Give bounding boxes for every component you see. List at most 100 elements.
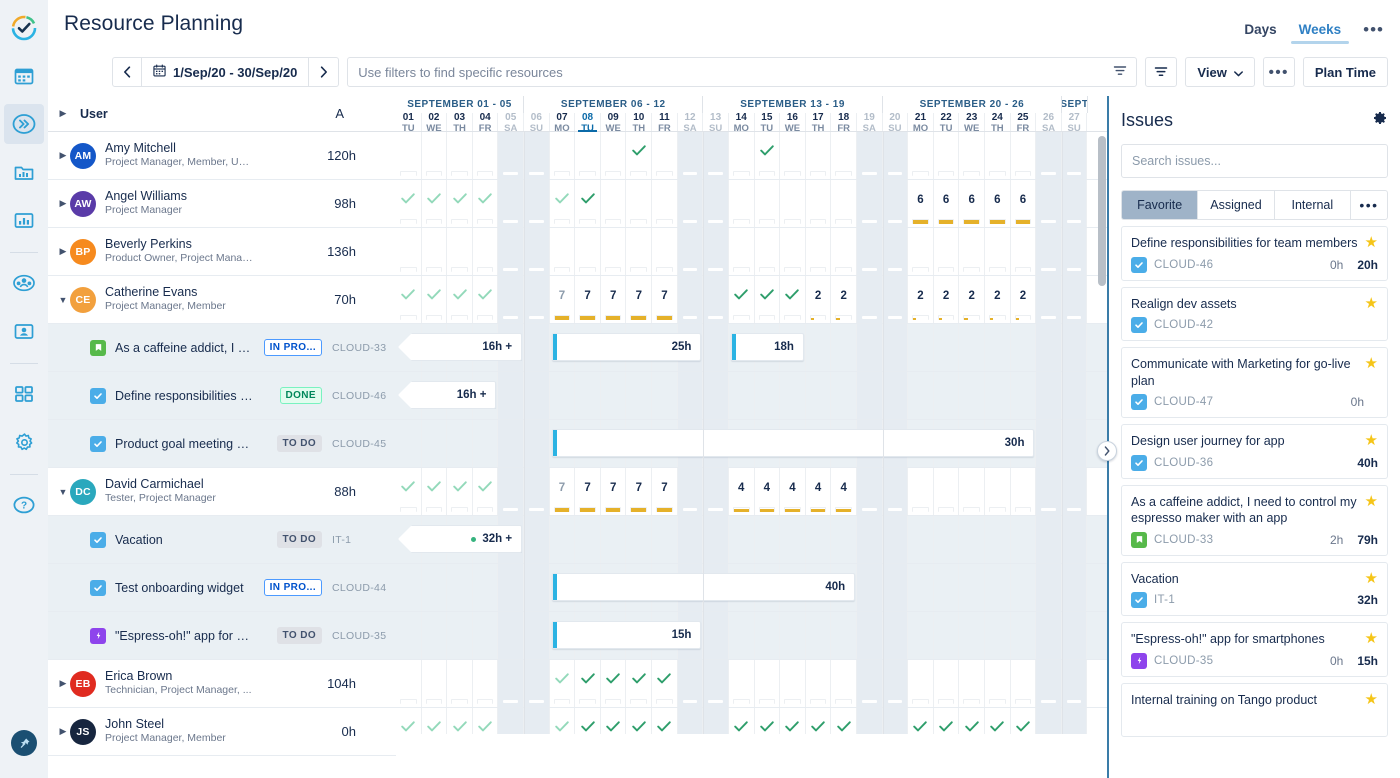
- resource-row[interactable]: ▶ BP Beverly Perkins Product Owner, Project…: [48, 228, 396, 276]
- day-header[interactable]: 19 SA: [857, 112, 883, 133]
- timeline-cell[interactable]: 7: [652, 276, 678, 323]
- timeline-cell[interactable]: 7: [626, 468, 653, 515]
- timeline-cell[interactable]: [703, 276, 729, 323]
- timeline-cell[interactable]: [934, 708, 960, 734]
- timeline-cell[interactable]: [934, 564, 960, 611]
- timeline-cell[interactable]: [959, 132, 986, 179]
- issues-tab-internal[interactable]: Internal: [1273, 190, 1350, 220]
- timeline-cell[interactable]: [498, 612, 525, 659]
- plan-bar-handle[interactable]: [552, 622, 557, 648]
- timeline-cell[interactable]: [524, 708, 550, 734]
- timeline-cell[interactable]: [422, 276, 448, 323]
- timeline-cell[interactable]: 4: [831, 468, 857, 515]
- star-icon[interactable]: ★: [1365, 234, 1378, 252]
- day-header[interactable]: 20 SU: [883, 112, 909, 133]
- day-header[interactable]: 01 TU: [396, 112, 422, 133]
- user-card-icon[interactable]: [4, 311, 44, 351]
- day-header[interactable]: 06 SU: [524, 112, 550, 133]
- timeline-cell[interactable]: [677, 228, 704, 275]
- timeline-cell[interactable]: [959, 660, 986, 707]
- timeline-cell[interactable]: [755, 180, 781, 227]
- timeline-cell[interactable]: [780, 372, 806, 419]
- timeline-cell[interactable]: [677, 276, 704, 323]
- timeline-cell[interactable]: [806, 132, 832, 179]
- timeline-cell[interactable]: [626, 516, 653, 563]
- apps-grid-icon[interactable]: [4, 374, 44, 414]
- timeline-cell[interactable]: [934, 372, 960, 419]
- timeline-cell[interactable]: [422, 660, 448, 707]
- timeline-cell[interactable]: [1036, 180, 1062, 227]
- timeline-cell[interactable]: [908, 372, 934, 419]
- timeline-cell[interactable]: 7: [550, 276, 576, 323]
- timeline-cell[interactable]: [601, 372, 627, 419]
- timeline-cell[interactable]: [908, 516, 934, 563]
- day-header[interactable]: 15 TU: [755, 112, 781, 133]
- timeline-cell[interactable]: [856, 132, 883, 179]
- timeline-cell[interactable]: [396, 612, 422, 659]
- timeline-cell[interactable]: [985, 708, 1011, 734]
- timeline-cell[interactable]: 7: [652, 468, 678, 515]
- timeline-cell[interactable]: [550, 228, 576, 275]
- timeline-cell[interactable]: [1036, 420, 1062, 467]
- timeline-cell[interactable]: [524, 468, 550, 515]
- issue-card[interactable]: Define responsibilities for team members…: [1121, 226, 1388, 281]
- day-header[interactable]: 12 SA: [678, 112, 704, 133]
- timeline-cell[interactable]: [447, 660, 473, 707]
- expand-caret-icon[interactable]: ▶: [56, 150, 70, 161]
- timeline-cell[interactable]: [652, 516, 678, 563]
- timeline-cell[interactable]: [831, 324, 857, 371]
- expand-caret-icon[interactable]: ▼: [56, 295, 70, 305]
- date-range-picker[interactable]: 1/Sep/20 - 30/Sep/20: [142, 57, 310, 87]
- timeline-cell[interactable]: [1061, 708, 1088, 734]
- timeline-cell[interactable]: [601, 708, 627, 734]
- timeline-cell[interactable]: [550, 132, 576, 179]
- timeline-cell[interactable]: [780, 132, 806, 179]
- timeline-cell[interactable]: [473, 612, 499, 659]
- timeline-cell[interactable]: [831, 516, 857, 563]
- timeline-cell[interactable]: [806, 228, 832, 275]
- timeline-cell[interactable]: [498, 132, 525, 179]
- timeline-cell[interactable]: [575, 228, 601, 275]
- plan-bar[interactable]: 15h: [551, 621, 702, 649]
- timeline-cell[interactable]: 2: [934, 276, 960, 323]
- timeline-cell[interactable]: [856, 516, 883, 563]
- logo-icon[interactable]: [4, 8, 44, 48]
- day-header[interactable]: 10 TH: [626, 112, 653, 133]
- view-dropdown[interactable]: View: [1185, 57, 1255, 87]
- calendar-icon[interactable]: [4, 56, 44, 96]
- timeline-cell[interactable]: [882, 324, 909, 371]
- timeline-cell[interactable]: [780, 228, 806, 275]
- timeline-cell[interactable]: [1011, 708, 1037, 734]
- timeline-cell[interactable]: [703, 372, 729, 419]
- timeline-cell[interactable]: [780, 612, 806, 659]
- timeline-cell[interactable]: [729, 516, 755, 563]
- timeline-cell[interactable]: [882, 228, 909, 275]
- timeline-cell[interactable]: [780, 516, 806, 563]
- timeline-cell[interactable]: [550, 516, 576, 563]
- timeline-cell[interactable]: [422, 564, 448, 611]
- prev-period-button[interactable]: [112, 57, 142, 87]
- timeline-cell[interactable]: [959, 372, 986, 419]
- timeline-cell[interactable]: [601, 516, 627, 563]
- timeline-cell[interactable]: [422, 612, 448, 659]
- star-icon[interactable]: ★: [1365, 570, 1378, 588]
- timeline-cell[interactable]: [601, 132, 627, 179]
- timeline-cell[interactable]: [755, 516, 781, 563]
- issue-card[interactable]: Realign dev assets ★ CLOUD-42: [1121, 286, 1388, 341]
- timeline-cell[interactable]: [422, 420, 448, 467]
- issues-tab-assigned[interactable]: Assigned: [1197, 190, 1274, 220]
- timeline-cell[interactable]: [473, 708, 499, 734]
- timeline-cell[interactable]: [882, 372, 909, 419]
- day-header[interactable]: 11 FR: [652, 112, 678, 133]
- timeline-cell[interactable]: [422, 180, 448, 227]
- resource-row[interactable]: ▶ AM Amy Mitchell Project Manager, Member, …: [48, 132, 396, 180]
- timeline-cell[interactable]: [524, 228, 550, 275]
- timeline-cell[interactable]: [1011, 660, 1037, 707]
- gear-icon[interactable]: [4, 422, 44, 462]
- timeline-cell[interactable]: [498, 372, 525, 419]
- timeline-cell[interactable]: [831, 180, 857, 227]
- timeline-cell[interactable]: [473, 660, 499, 707]
- day-header[interactable]: 24 TH: [985, 112, 1011, 133]
- timeline-cell[interactable]: [729, 660, 755, 707]
- timeline-cell[interactable]: [703, 612, 729, 659]
